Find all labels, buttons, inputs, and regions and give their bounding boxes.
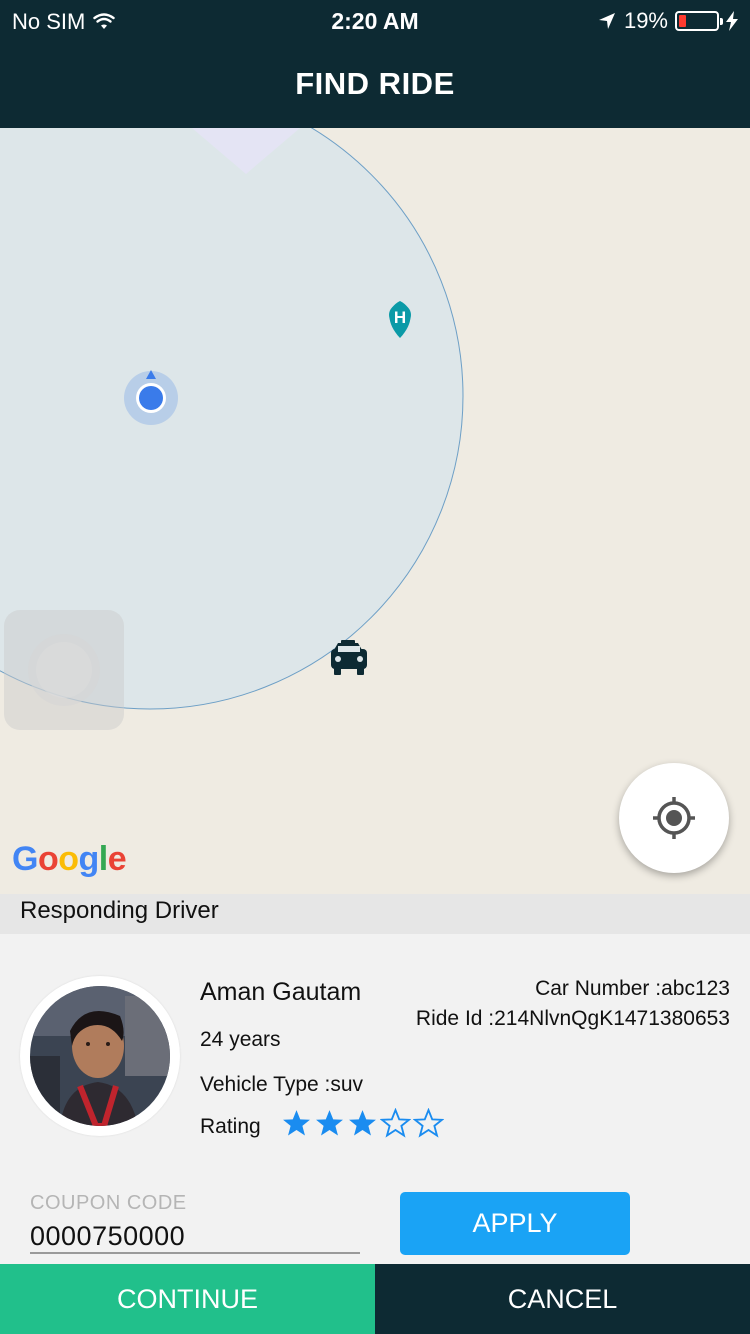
star-empty-icon: [380, 1108, 411, 1138]
battery-percent: 19%: [623, 8, 668, 33]
section-title: Responding Driver: [20, 897, 219, 924]
car-number: Car Number :abc123: [535, 977, 730, 1000]
star-empty-icon: [413, 1108, 444, 1138]
bottom-action-bar: CONTINUE CANCEL: [0, 1264, 750, 1334]
driver-photo: [30, 986, 170, 1126]
star-filled-icon: [283, 1110, 310, 1136]
star-filled-icon: [349, 1110, 376, 1136]
status-bar: No SIM 2:20 AM 19%: [0, 0, 750, 42]
rating-stars: [281, 1108, 444, 1138]
map-view[interactable]: H Google: [0, 128, 750, 894]
my-location-button[interactable]: [619, 763, 729, 873]
coupon-input[interactable]: [30, 1220, 360, 1252]
battery-fill: [679, 15, 686, 27]
rating-label: Rating: [200, 1115, 261, 1138]
section-header: Responding Driver: [0, 894, 750, 934]
avatar: [20, 976, 180, 1136]
cancel-button[interactable]: CANCEL: [375, 1264, 750, 1334]
driver-age: 24 years: [200, 1028, 281, 1051]
vehicle-type: Vehicle Type :suv: [200, 1073, 364, 1096]
charging-bolt-icon: [726, 11, 738, 31]
status-right: 19%: [597, 8, 738, 34]
map-compass-overlay[interactable]: [4, 610, 124, 730]
continue-button[interactable]: CONTINUE: [0, 1264, 375, 1334]
svg-text:H: H: [394, 308, 406, 327]
battery-icon: [675, 11, 723, 31]
nav-bar: FIND RIDE: [0, 42, 750, 128]
crosshair-icon: [653, 797, 695, 839]
google-logo: Google: [12, 840, 127, 878]
driver-name: Aman Gautam: [200, 978, 362, 1006]
coupon-field[interactable]: COUPON CODE: [30, 1190, 360, 1254]
page-title: FIND RIDE: [295, 66, 455, 101]
star-filled-icon: [316, 1110, 343, 1136]
ride-id: Ride Id :214NlvnQgK1471380653: [415, 1007, 730, 1030]
driver-card: Aman Gautam 24 years Vehicle Type :suv R…: [0, 934, 750, 1264]
coupon-label: COUPON CODE: [30, 1192, 187, 1214]
apply-button[interactable]: APPLY: [400, 1192, 630, 1255]
location-arrow-icon: [598, 13, 615, 29]
